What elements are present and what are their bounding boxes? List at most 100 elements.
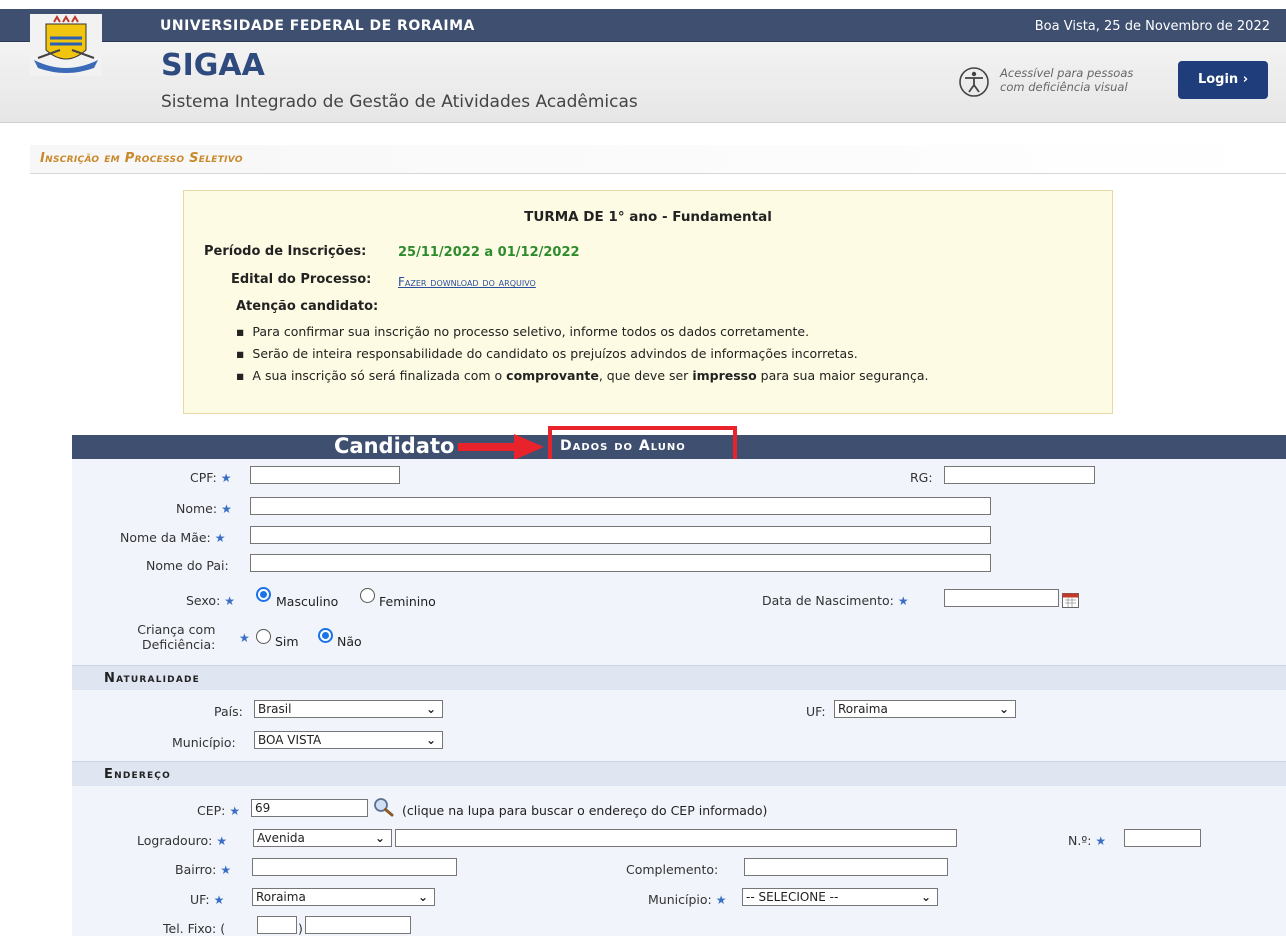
end-uf-select[interactable]: Roraima ⌄ xyxy=(252,888,435,906)
rg-input[interactable] xyxy=(944,466,1095,484)
nat-municipio-select[interactable]: BOA VISTA ⌄ xyxy=(254,731,443,749)
logradouro-label: Logradouro: ★ xyxy=(137,833,227,848)
top-strip xyxy=(0,0,1286,9)
deficiencia-sim-radio[interactable] xyxy=(256,629,271,644)
login-button[interactable]: Login › xyxy=(1178,61,1268,99)
university-logo xyxy=(30,14,102,76)
nascimento-label: Data de Nascimento: ★ xyxy=(762,593,909,608)
app-subtitle: Sistema Integrado de Gestão de Atividade… xyxy=(161,92,638,112)
sexo-feminino-label: Feminino xyxy=(379,594,436,609)
nome-label: Nome: ★ xyxy=(176,501,232,516)
bullet-text: Serão de inteira responsabilidade do can… xyxy=(252,346,858,361)
list-item: ▪ Para confirmar sua inscrição no proces… xyxy=(236,324,810,339)
deficiencia-label-line1: Criança com xyxy=(137,622,216,637)
candidato-annotation: Candidato xyxy=(334,434,455,458)
required-star-icon: ★ xyxy=(897,594,909,608)
sexo-feminino-radio[interactable] xyxy=(360,588,375,603)
deficiencia-nao-label: Não xyxy=(337,634,362,649)
required-star-icon: ★ xyxy=(216,834,228,848)
cep-input[interactable]: 69 xyxy=(251,799,368,817)
periodo-value: 25/11/2022 a 01/12/2022 xyxy=(398,245,580,260)
logradouro-input[interactable] xyxy=(395,829,957,847)
end-uf-selected-value: Roraima xyxy=(256,890,306,904)
mae-input[interactable] xyxy=(250,526,991,544)
pai-label: Nome do Pai: xyxy=(146,558,229,573)
tel-ddd-input[interactable] xyxy=(257,916,297,934)
required-star-icon: ★ xyxy=(220,471,232,485)
pais-selected-value: Brasil xyxy=(258,702,292,716)
tel-number-input[interactable] xyxy=(305,916,411,934)
sexo-masculino-label: Masculino xyxy=(276,594,339,609)
cep-label-text: CEP: xyxy=(197,803,226,818)
complemento-label: Complemento: xyxy=(626,862,719,877)
chevron-down-icon: ⌄ xyxy=(998,702,1009,716)
bullet-bold: comprovante xyxy=(506,368,599,383)
bairro-input[interactable] xyxy=(252,858,457,876)
deficiencia-label: Criança com Deficiência: xyxy=(134,622,215,652)
edital-label: Edital do Processo: xyxy=(231,272,372,287)
mae-label: Nome da Mãe: ★ xyxy=(120,530,226,545)
end-municipio-select[interactable]: -- SELECIONE -- ⌄ xyxy=(742,888,938,906)
numero-input[interactable] xyxy=(1124,829,1201,847)
chevron-down-icon: ⌄ xyxy=(417,890,428,904)
nome-label-text: Nome: xyxy=(176,501,218,516)
edital-download-link[interactable]: Fazer download do arquivo xyxy=(398,275,536,289)
cpf-input[interactable] xyxy=(250,466,400,484)
numero-label: N.º: ★ xyxy=(1068,833,1106,848)
accessibility-text-1: Acessível para pessoas xyxy=(1000,66,1134,80)
list-item: ▪ A sua inscrição só será finalizada com… xyxy=(236,368,929,383)
list-item: ▪ Serão de inteira responsabilidade do c… xyxy=(236,346,858,361)
required-star-icon: ★ xyxy=(1095,834,1107,848)
bullet-text: para sua maior segurança. xyxy=(756,368,929,383)
logradouro-label-text: Logradouro: xyxy=(137,833,213,848)
sexo-masculino-radio[interactable] xyxy=(256,587,271,602)
header-date: Boa Vista, 25 de Novembro de 2022 xyxy=(1034,19,1270,34)
accessibility-link[interactable]: Acessível para pessoas com deficiência v… xyxy=(958,64,1158,104)
nome-input[interactable] xyxy=(250,497,991,515)
required-star-icon: ★ xyxy=(221,502,232,516)
pais-select[interactable]: Brasil ⌄ xyxy=(254,700,443,718)
page-title-bar: Inscrição em Processo Seletivo xyxy=(30,145,1286,174)
bullet-text: A sua inscrição só será finalizada com o xyxy=(252,368,507,383)
nascimento-input[interactable] xyxy=(944,589,1059,607)
cpf-label-text: CPF: xyxy=(190,470,217,485)
deficiencia-label-line2: Deficiência: xyxy=(142,637,216,652)
end-municipio-selected-value: -- SELECIONE -- xyxy=(746,890,839,904)
deficiencia-nao-radio[interactable] xyxy=(318,628,333,643)
search-icon[interactable] xyxy=(373,797,395,817)
end-uf-label-text: UF: xyxy=(190,892,210,907)
pais-label: País: xyxy=(214,704,243,719)
app-name: SIGAA xyxy=(161,48,265,83)
required-star-icon: ★ xyxy=(213,893,225,907)
chevron-down-icon: ⌄ xyxy=(920,890,931,904)
bullet-bold: impresso xyxy=(692,368,757,383)
mae-label-text: Nome da Mãe: xyxy=(120,530,211,545)
tel-label-text: Tel. Fixo: xyxy=(163,921,217,936)
required-star-icon: ★ xyxy=(214,531,226,545)
bullet-text: Para confirmar sua inscrição no processo… xyxy=(252,324,810,339)
required-star-icon: ★ xyxy=(229,804,241,818)
deficiencia-sim-label: Sim xyxy=(275,634,299,649)
nat-municipio-selected-value: BOA VISTA xyxy=(258,733,322,747)
logradouro-tipo-select[interactable]: Avenida ⌄ xyxy=(253,829,392,847)
pai-input[interactable] xyxy=(250,554,991,572)
sexo-label-text: Sexo: xyxy=(186,593,221,608)
complemento-input[interactable] xyxy=(744,858,948,876)
calendar-icon[interactable] xyxy=(1062,593,1079,608)
nat-uf-selected-value: Roraima xyxy=(838,702,888,716)
end-municipio-label-text: Município: xyxy=(648,892,712,907)
endereco-section-header: Endereço xyxy=(72,761,1286,786)
tel-paren-close: ) xyxy=(298,921,303,936)
required-star-icon: ★ xyxy=(224,594,236,608)
chevron-down-icon: ⌄ xyxy=(425,702,436,716)
end-uf-label: UF: ★ xyxy=(190,892,224,907)
tel-label: Tel. Fixo: ( xyxy=(163,921,226,936)
turma-title: TURMA DE 1° ano - Fundamental xyxy=(524,209,772,225)
cep-label: CEP: ★ xyxy=(197,803,240,818)
bairro-label: Bairro: ★ xyxy=(175,862,231,877)
sexo-label: Sexo: ★ xyxy=(186,593,235,608)
periodo-label: Período de Inscrições: xyxy=(204,244,367,259)
nat-uf-select[interactable]: Roraima ⌄ xyxy=(834,700,1016,718)
atencao-list: ▪ Para confirmar sua inscrição no proces… xyxy=(236,321,928,387)
accessibility-icon xyxy=(959,67,989,97)
